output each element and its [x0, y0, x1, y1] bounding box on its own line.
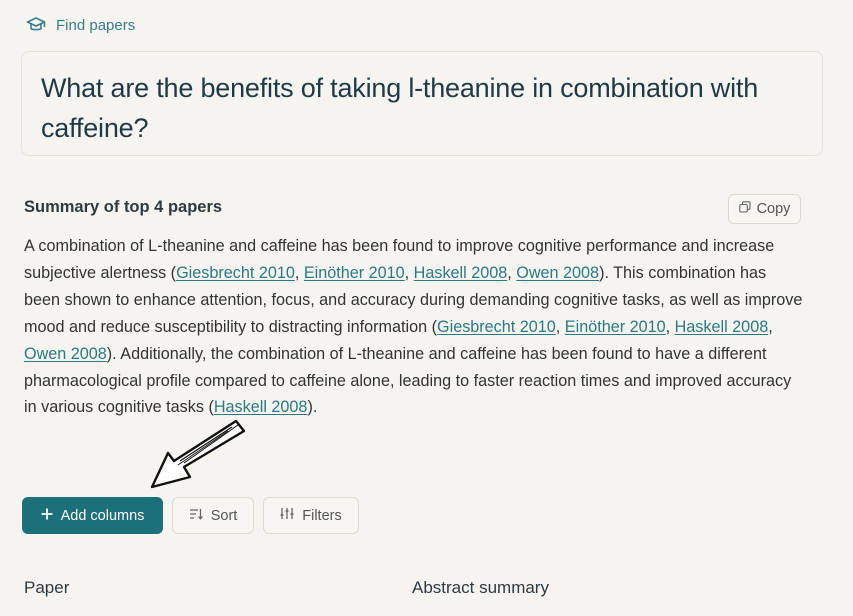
- citation-separator: ,: [768, 317, 773, 336]
- citation-link-owen[interactable]: Owen 2008: [516, 264, 599, 282]
- summary-text-part: ).: [307, 398, 318, 417]
- citation-link-einother[interactable]: Einöther 2010: [304, 264, 405, 282]
- find-papers-label: Find papers: [56, 16, 136, 34]
- find-papers-link[interactable]: Find papers: [26, 16, 135, 34]
- citation-link-giesbrecht[interactable]: Giesbrecht 2010: [176, 264, 295, 282]
- sort-button[interactable]: Sort: [172, 497, 254, 534]
- citation-link-haskell[interactable]: Haskell 2008: [414, 264, 508, 282]
- copy-label: Copy: [756, 201, 791, 217]
- sort-label: Sort: [210, 507, 238, 524]
- column-header-abstract-summary[interactable]: Abstract summary: [412, 578, 549, 598]
- citation-link-owen[interactable]: Owen 2008: [24, 345, 107, 363]
- question-box: What are the benefits of taking l-theani…: [21, 51, 823, 156]
- add-columns-button[interactable]: Add columns: [22, 497, 163, 534]
- question-title: What are the benefits of taking l-theani…: [41, 73, 759, 143]
- citation-separator: ,: [507, 263, 517, 282]
- citation-link-haskell[interactable]: Haskell 2008: [675, 318, 769, 336]
- summary-text-part: ). Additionally, the combination of L-th…: [24, 344, 792, 417]
- plus-icon: [41, 508, 53, 524]
- add-columns-label: Add columns: [60, 507, 145, 524]
- filters-button[interactable]: Filters: [263, 497, 359, 534]
- citation-link-haskell[interactable]: Haskell 2008: [214, 398, 308, 416]
- citation-link-giesbrecht[interactable]: Giesbrecht 2010: [437, 318, 556, 336]
- citation-link-einother[interactable]: Einöther 2010: [565, 318, 666, 336]
- copy-icon: [738, 201, 751, 217]
- summary-title: Summary of top 4 papers: [24, 198, 223, 216]
- citation-separator: ,: [555, 317, 565, 336]
- summary-text: A combination of L-theanine and caffeine…: [24, 233, 804, 421]
- citation-separator: ,: [404, 263, 414, 282]
- copy-button[interactable]: Copy: [728, 194, 801, 224]
- annotation-arrow: [140, 415, 250, 500]
- citation-separator: ,: [665, 317, 675, 336]
- sliders-icon: [280, 507, 294, 524]
- graduation-cap-icon: [26, 16, 46, 34]
- sort-icon: [189, 508, 203, 524]
- citation-separator: ,: [294, 263, 304, 282]
- filters-label: Filters: [302, 507, 342, 524]
- column-header-paper[interactable]: Paper: [24, 578, 69, 598]
